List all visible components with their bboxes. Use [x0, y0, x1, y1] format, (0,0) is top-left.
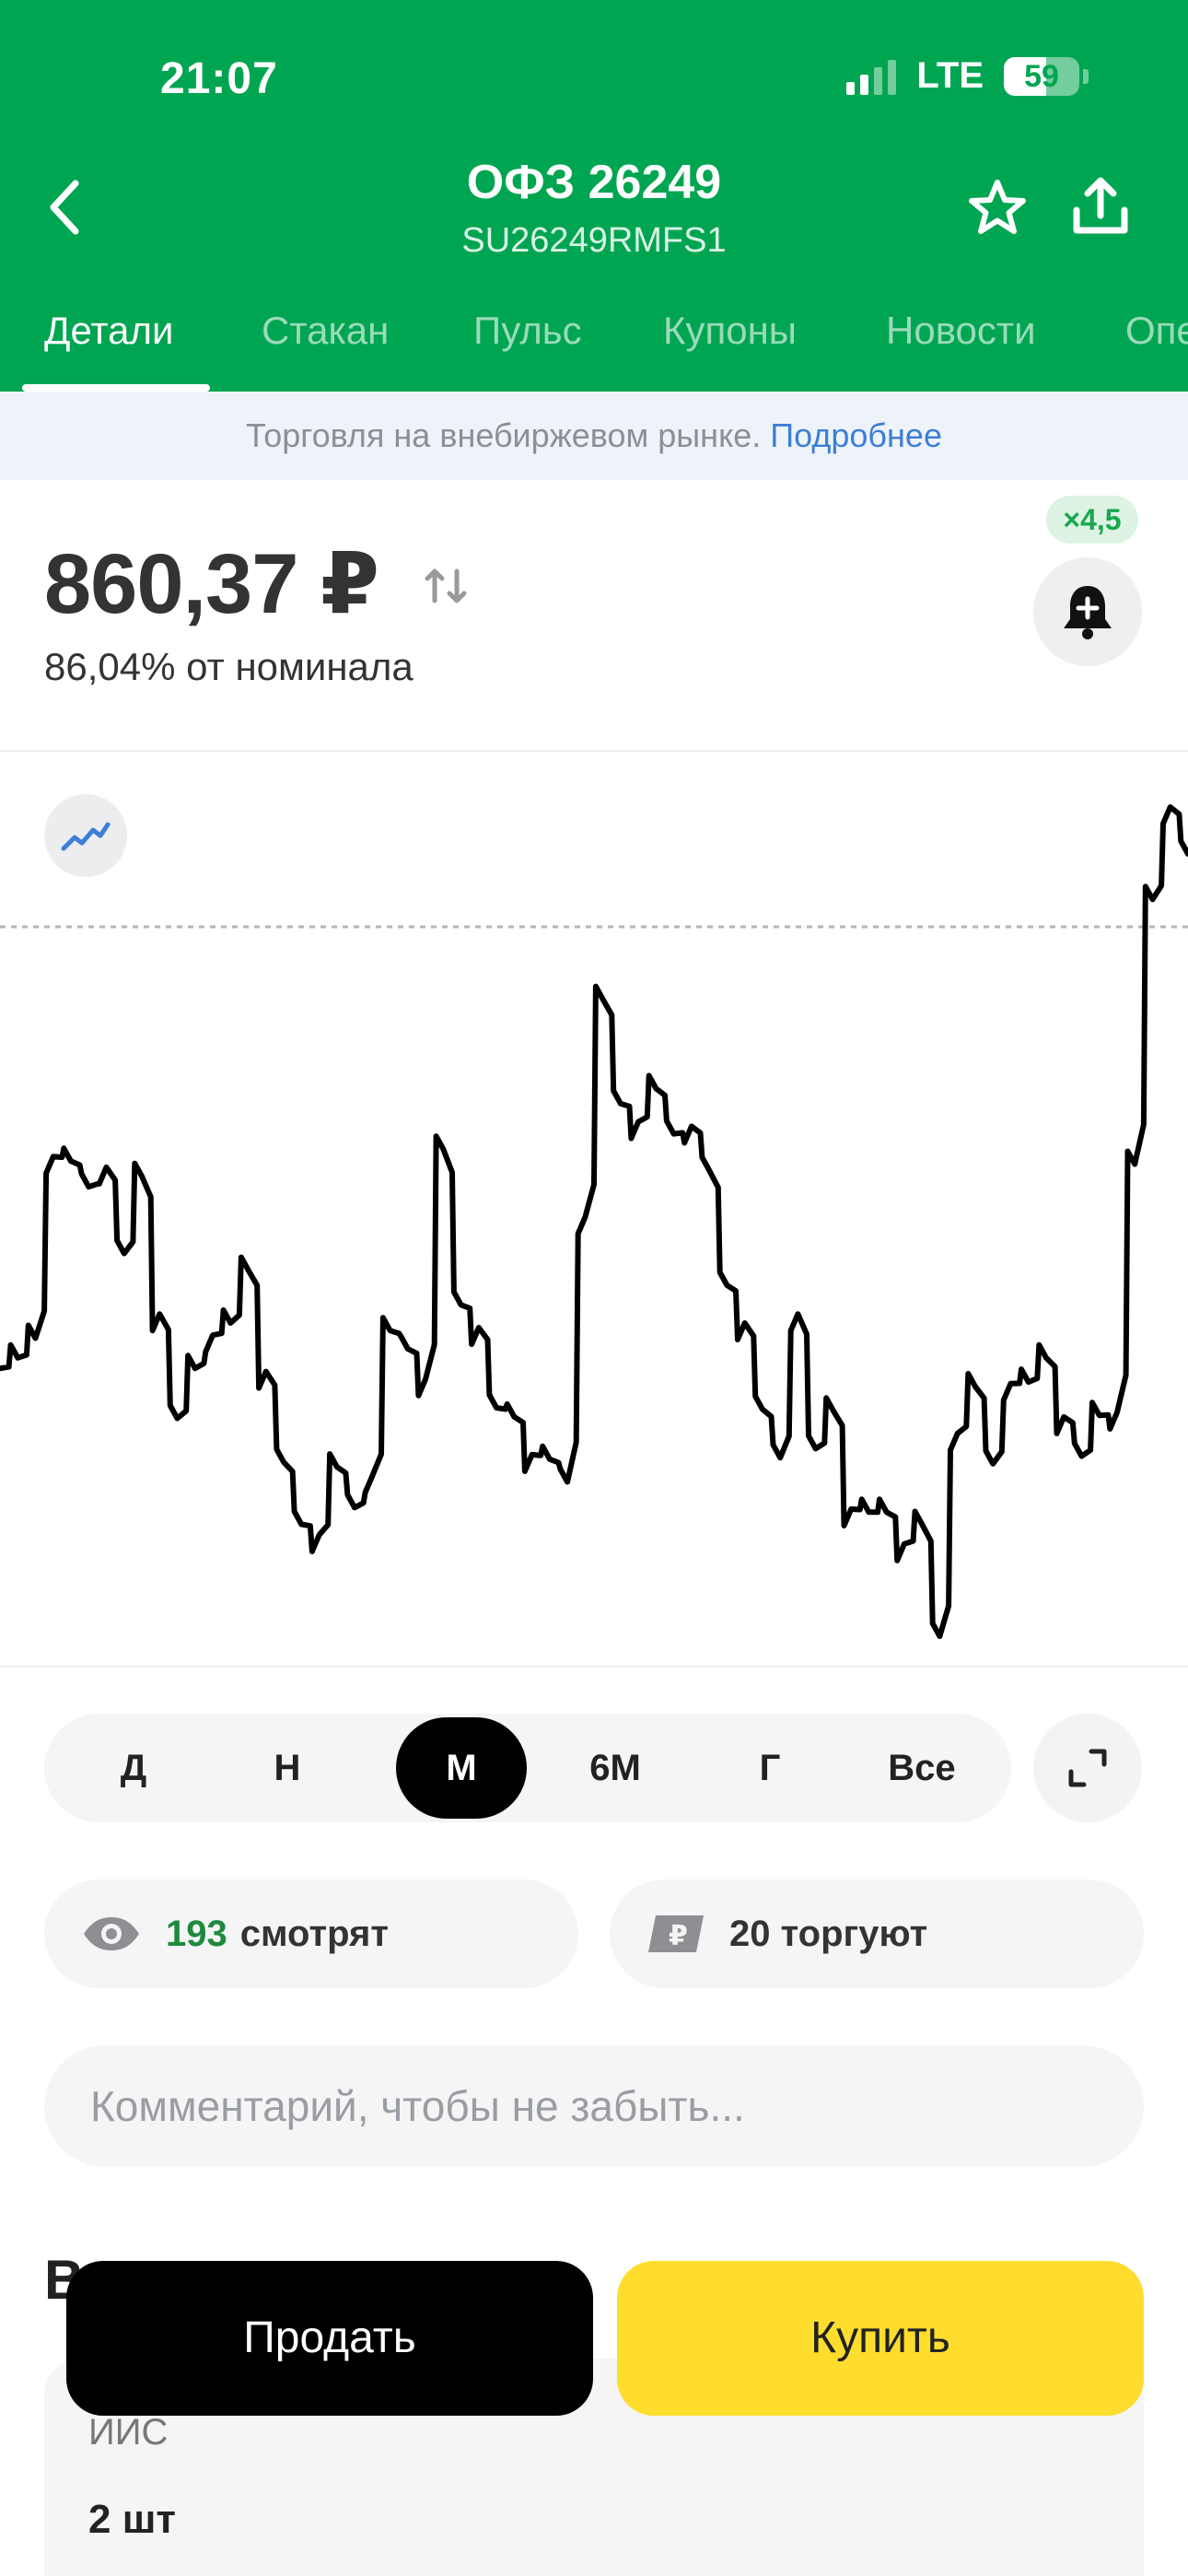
traders-counter[interactable]: ₽ 20 торгуют [610, 1879, 1144, 1988]
period-day[interactable]: Д [68, 1717, 199, 1819]
chart-type-button[interactable] [44, 794, 127, 877]
tab-operations[interactable]: Опе [1125, 309, 1188, 353]
price-chart[interactable] [0, 752, 1188, 1668]
watchers-label: смотрят [239, 1913, 389, 1954]
share-button[interactable] [1068, 170, 1133, 244]
period-selector: Д Н М 6М Г Все [44, 1714, 1011, 1822]
battery-level: 59 [1024, 58, 1059, 94]
period-week[interactable]: Н [222, 1717, 353, 1819]
eye-icon [84, 1917, 139, 1950]
tab-pulse[interactable]: Пульс [473, 309, 582, 353]
account-name: ИИС [88, 2412, 169, 2453]
watchers-count: 193 [166, 1913, 227, 1954]
fullscreen-chart-button[interactable] [1033, 1714, 1142, 1822]
status-indicators: LTE 59 [846, 55, 1089, 97]
period-month[interactable]: М [396, 1717, 527, 1819]
period-6-months[interactable]: 6М [550, 1717, 681, 1819]
price-swap-icon[interactable] [422, 564, 470, 608]
price-value: 860,37 ₽ [44, 537, 379, 631]
star-icon [969, 180, 1026, 234]
tab-order-book[interactable]: Стакан [262, 309, 389, 353]
otc-notice: Торговля на внебиржевом рынке. Подробнее [0, 392, 1188, 480]
signal-icon [846, 58, 897, 95]
share-icon [1073, 177, 1128, 234]
price-alert-button[interactable] [1033, 557, 1142, 666]
bell-plus-icon [1064, 586, 1112, 639]
active-tab-indicator [22, 384, 210, 392]
tab-coupons[interactable]: Купоны [663, 309, 797, 353]
line-chart-icon [61, 822, 111, 851]
sell-button[interactable]: Продать [66, 2261, 593, 2416]
buy-button[interactable]: Купить [617, 2261, 1144, 2416]
period-year[interactable]: Г [705, 1717, 835, 1819]
otc-details-link[interactable]: Подробнее [770, 416, 942, 454]
leverage-badge: ×4,5 [1046, 496, 1138, 544]
traders-label: 20 торгуют [729, 1913, 928, 1954]
chart-price-line [0, 804, 1188, 1639]
network-type: LTE [916, 55, 984, 96]
tab-details[interactable]: Детали [44, 309, 174, 353]
divider [0, 1666, 1188, 1668]
favorite-button[interactable] [965, 175, 1030, 240]
ruble-card-icon: ₽ [648, 1915, 704, 1952]
status-time: 21:07 [160, 54, 278, 103]
expand-icon [1068, 1749, 1107, 1787]
tab-news[interactable]: Новости [886, 309, 1036, 353]
price-percent-of-nominal: 86,04% от номинала [44, 645, 413, 688]
battery-icon: 59 [1004, 56, 1079, 96]
position-quantity: 2 шт [88, 2497, 176, 2542]
tab-bar: Детали Стакан Пульс Купоны Новости Опе [0, 299, 1188, 392]
period-all[interactable]: Все [856, 1717, 987, 1819]
watchers-counter[interactable]: 193 смотрят [44, 1879, 578, 1988]
top-bar: 21:07 LTE 59 ОФЗ 26249 SU26249RMFS1 Дета… [0, 0, 1188, 392]
svg-text:₽: ₽ [669, 1920, 688, 1952]
otc-notice-text: Торговля на внебиржевом рынке. [246, 416, 762, 454]
comment-input[interactable]: Комментарий, чтобы не забыть... [44, 2045, 1144, 2167]
